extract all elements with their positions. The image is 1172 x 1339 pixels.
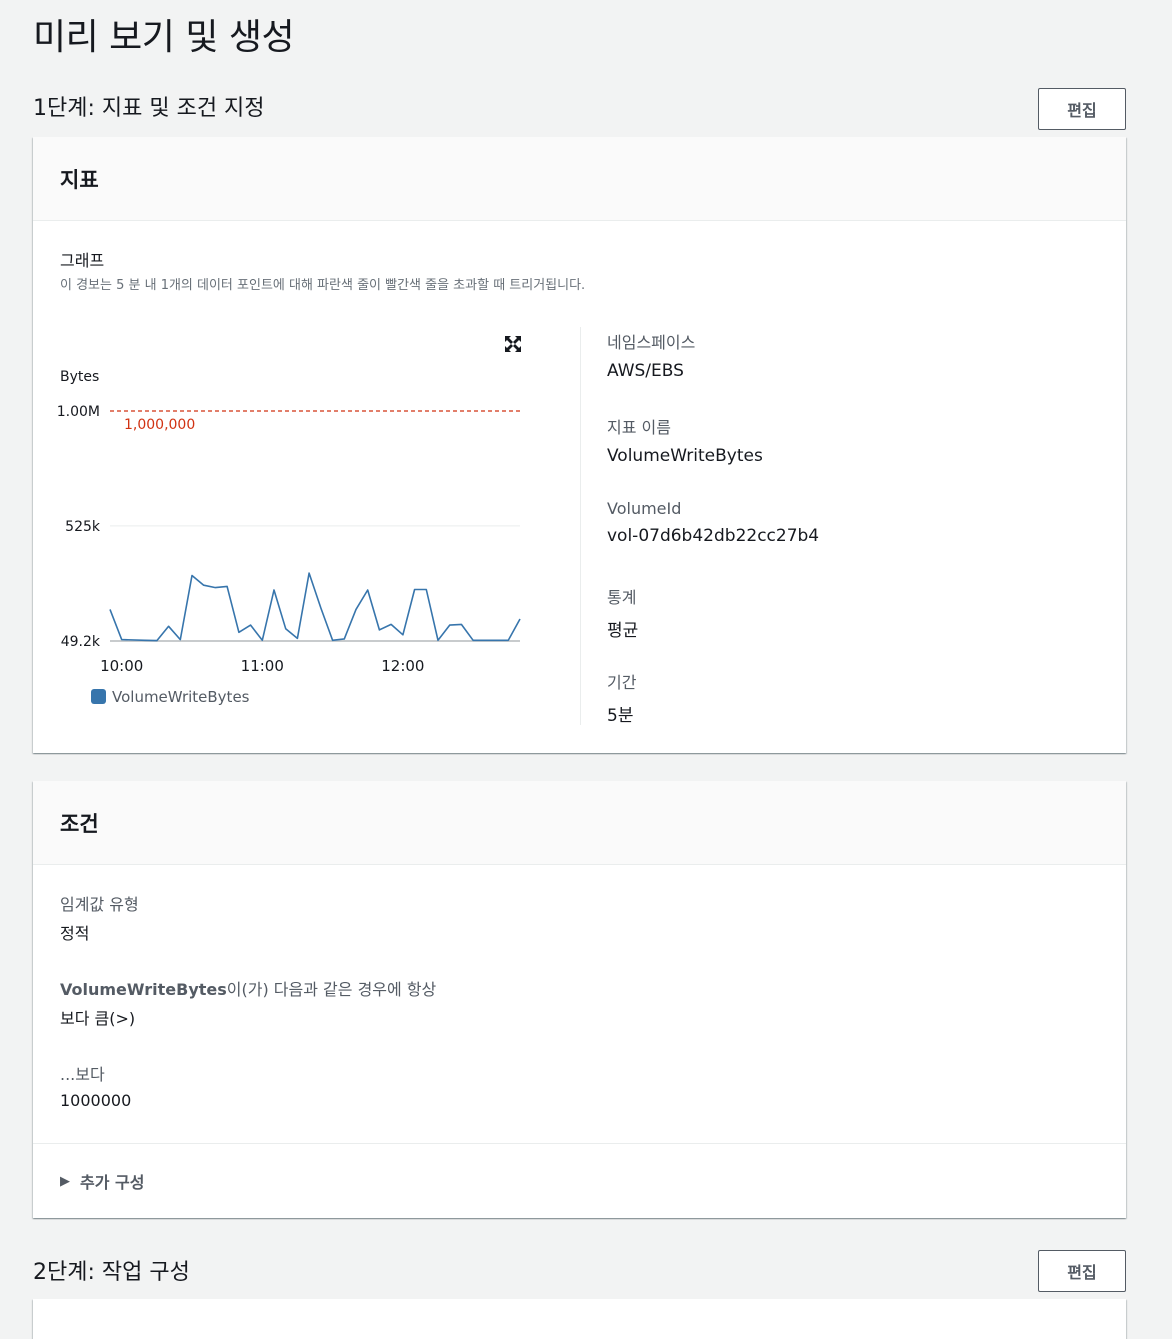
detail-label: 네임스페이스 [607, 333, 696, 352]
condition-label: VolumeWriteBytes이(가) 다음과 같은 경우에 항상 [60, 976, 436, 1000]
metric-card-title: 지표 [60, 167, 99, 192]
expand-icon[interactable] [504, 335, 522, 353]
graph-description: 이 경보는 5 분 내 1개의 데이터 포인트에 대해 파란색 줄이 빨간색 줄… [60, 278, 586, 293]
detail-value: 평균 [607, 621, 639, 641]
step2-title: 2단계: 작업 구성 [33, 1260, 190, 1285]
metric-card: 지표 그래프 이 경보는 5 분 내 1개의 데이터 포인트에 대해 파란색 줄… [33, 137, 1126, 753]
metric-card-header: 지표 [33, 137, 1126, 221]
than-value: 1000000 [60, 1091, 132, 1110]
additional-config-label: 추가 구성 [80, 1173, 145, 1192]
metric-details: 네임스페이스 AWS/EBS 지표 이름 VolumeWriteBytes Vo… [607, 327, 1087, 752]
detail-statistic: 통계 평균 [607, 582, 1087, 667]
additional-config-toggle[interactable]: ▶ 추가 구성 [60, 1169, 144, 1193]
detail-metric-name: 지표 이름 VolumeWriteBytes [607, 412, 1087, 497]
details-divider [580, 327, 581, 725]
chart-x-tick-label: 12:00 [381, 657, 424, 675]
graph-label: 그래프 [60, 251, 105, 270]
conditions-card: 조건 임계값 유형 정적 VolumeWriteBytes이(가) 다음과 같은… [33, 781, 1126, 1218]
step1-edit-button[interactable]: 편집 [1038, 88, 1126, 130]
step1-title: 1단계: 지표 및 조건 지정 [33, 96, 265, 121]
chart-y-axis-label: Bytes [60, 369, 99, 385]
condition-value: 보다 큼(>) [60, 1009, 136, 1028]
step2-edit-button[interactable]: 편집 [1038, 1250, 1126, 1292]
chart-x-tick-label: 11:00 [241, 657, 284, 675]
detail-label: 지표 이름 [607, 418, 671, 437]
page-title: 미리 보기 및 생성 [33, 17, 295, 58]
detail-value: VolumeWriteBytes [607, 446, 763, 466]
condition-metric-name: VolumeWriteBytes [60, 980, 227, 999]
chart-y-tick-label: 1.00M [57, 404, 100, 420]
chart-x-tick-label: 10:00 [100, 657, 143, 675]
caret-right-icon: ▶ [60, 1173, 70, 1189]
chart-threshold-label: 1,000,000 [124, 417, 195, 433]
metric-chart: Bytes 1,000,000 1.00M 525k 49.2k 10:00 11:0… [57, 335, 522, 706]
detail-value: AWS/EBS [607, 361, 684, 381]
chart-y-tick-label: 525k [65, 519, 101, 535]
condition-suffix: 이(가) 다음과 같은 경우에 항상 [226, 980, 437, 999]
detail-namespace: 네임스페이스 AWS/EBS [607, 327, 1087, 412]
conditions-card-title: 조건 [60, 811, 99, 836]
detail-label: 기간 [607, 673, 637, 692]
detail-value: vol-07d6b42db22cc27b4 [607, 526, 820, 546]
threshold-type-value: 정적 [60, 924, 90, 943]
chart-legend-label: VolumeWriteBytes [112, 688, 250, 706]
detail-label: VolumeId [607, 499, 682, 518]
detail-value: 5분 [607, 706, 634, 726]
detail-label: 통계 [607, 588, 637, 607]
than-label: ...보다 [60, 1065, 105, 1084]
step2-card [33, 1299, 1126, 1339]
chart-y-tick-label: 49.2k [61, 634, 101, 650]
conditions-card-header: 조건 [33, 781, 1126, 865]
detail-period: 기간 5분 [607, 667, 1087, 752]
chart-series-line [109, 572, 521, 642]
detail-volume-id: VolumeId vol-07d6b42db22cc27b4 [607, 497, 1087, 582]
section-divider [33, 1143, 1126, 1144]
chart-legend-swatch [91, 689, 106, 704]
threshold-type-label: 임계값 유형 [60, 895, 139, 914]
